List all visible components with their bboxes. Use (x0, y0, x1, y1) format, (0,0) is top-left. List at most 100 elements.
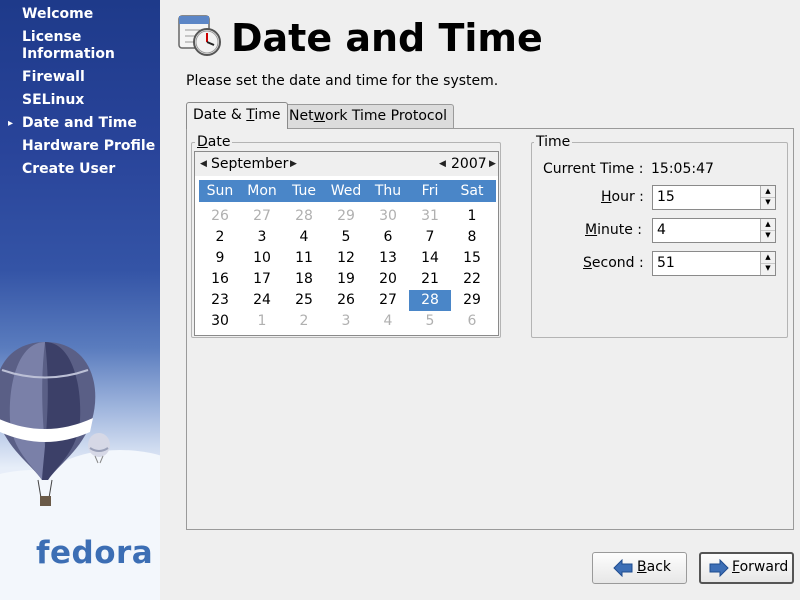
day-cell[interactable]: 29 (451, 290, 493, 311)
day-cell[interactable]: 15 (451, 248, 493, 269)
minute-value: 4 (657, 222, 666, 238)
day-cell[interactable]: 25 (283, 290, 325, 311)
minute-decrement-icon[interactable]: ▼ (761, 230, 775, 241)
day-cell[interactable]: 26 (325, 290, 367, 311)
day-cell[interactable]: 7 (409, 227, 451, 248)
day-cell[interactable]: 18 (283, 269, 325, 290)
day-cell[interactable]: 27 (241, 206, 283, 227)
current-time-label: Current Time : (543, 161, 644, 177)
day-cell[interactable]: 19 (325, 269, 367, 290)
current-time-value: 15:05:47 (651, 161, 714, 177)
sidebar-item-label: Welcome (22, 6, 94, 22)
current-step-arrow-icon: ▸ (8, 118, 14, 129)
day-cell[interactable]: 9 (199, 248, 241, 269)
hour-value: 15 (657, 189, 675, 205)
prev-year-icon[interactable]: ◀ (439, 155, 446, 173)
sidebar-nav: Welcome License Information Firewall SEL… (0, 6, 160, 184)
day-cell[interactable]: 29 (325, 206, 367, 227)
sidebar: Welcome License Information Firewall SEL… (0, 0, 160, 600)
sidebar-item-label: Date and Time (22, 115, 137, 131)
weekday-label: Wed (330, 183, 362, 199)
day-cell[interactable]: 3 (241, 227, 283, 248)
hot-air-balloon-icon (0, 342, 96, 506)
weekday-label: Tue (292, 183, 316, 199)
tab-network-time-protocol[interactable]: Network Time Protocol (282, 104, 455, 128)
minute-label: Minute : (585, 222, 642, 238)
forward-button-label: Forward (732, 559, 789, 575)
day-cell[interactable]: 4 (367, 311, 409, 332)
day-cell[interactable]: 16 (199, 269, 241, 290)
forward-button[interactable]: Forward (699, 552, 794, 584)
hour-spinbox[interactable]: 15 ▲ ▼ (652, 185, 776, 210)
sidebar-item-create-user: Create User (0, 161, 160, 178)
day-cell[interactable]: 13 (367, 248, 409, 269)
day-cell[interactable]: 28 (283, 206, 325, 227)
sidebar-item-label: Create User (22, 161, 116, 177)
weekday-label: Sat (460, 183, 484, 199)
calendar-clock-icon (178, 15, 221, 56)
day-cell[interactable]: 21 (409, 269, 451, 290)
sidebar-item-label: SELinux (22, 92, 85, 108)
second-value: 51 (657, 255, 675, 271)
weekday-label: Thu (374, 183, 402, 199)
day-cell[interactable]: 30 (367, 206, 409, 227)
day-cell[interactable]: 5 (325, 227, 367, 248)
day-cell[interactable]: 11 (283, 248, 325, 269)
day-cell[interactable]: 6 (451, 311, 493, 332)
day-cell[interactable]: 3 (325, 311, 367, 332)
second-decrement-icon[interactable]: ▼ (761, 263, 775, 274)
back-button[interactable]: Back (592, 552, 687, 584)
intro-text: Please set the date and time for the sys… (186, 73, 499, 89)
sidebar-item-label: License Information (22, 29, 115, 62)
day-cell[interactable]: 17 (241, 269, 283, 290)
second-spinbox[interactable]: 51 ▲ ▼ (652, 251, 776, 276)
page-title: Date and Time (231, 16, 543, 60)
sidebar-item-firewall: Firewall (0, 69, 160, 86)
calendar[interactable]: ◀ September ▶ ◀ 2007 ▶ Sun Mon Tue Wed Thu Fr… (194, 151, 499, 336)
calendar-header: ◀ September ▶ ◀ 2007 ▶ (195, 152, 498, 176)
selected-day-cell[interactable]: 28 (409, 290, 451, 311)
next-year-icon[interactable]: ▶ (489, 155, 496, 173)
hour-spin-buttons: ▲ ▼ (760, 186, 775, 209)
weekday-label: Fri (421, 183, 439, 199)
minute-spin-buttons: ▲ ▼ (760, 219, 775, 242)
day-cell[interactable]: 12 (325, 248, 367, 269)
day-cell[interactable]: 2 (199, 227, 241, 248)
minute-spinbox[interactable]: 4 ▲ ▼ (652, 218, 776, 243)
sidebar-item-date-and-time: ▸ Date and Time (0, 115, 160, 132)
day-cell[interactable]: 22 (451, 269, 493, 290)
forward-arrow-icon (709, 559, 729, 577)
day-cell[interactable]: 27 (367, 290, 409, 311)
back-button-label: Back (637, 559, 671, 575)
day-cell[interactable]: 6 (367, 227, 409, 248)
date-frame-label: Date (195, 134, 233, 150)
fedora-logo: fedora (36, 535, 154, 571)
weekday-header-row: Sun Mon Tue Wed Thu Fri Sat (199, 180, 496, 202)
weekday-label: Mon (247, 183, 277, 199)
hour-label: Hour : (601, 189, 644, 205)
day-cell[interactable]: 2 (283, 311, 325, 332)
next-month-icon[interactable]: ▶ (290, 155, 297, 173)
day-cell[interactable]: 1 (451, 206, 493, 227)
day-cell[interactable]: 30 (199, 311, 241, 332)
day-cell[interactable]: 31 (409, 206, 451, 227)
day-cell[interactable]: 20 (367, 269, 409, 290)
sidebar-item-license-information: License Information (0, 29, 160, 63)
hour-decrement-icon[interactable]: ▼ (761, 197, 775, 208)
prev-month-icon[interactable]: ◀ (200, 155, 207, 173)
sidebar-item-welcome: Welcome (0, 6, 160, 23)
day-cell[interactable]: 10 (241, 248, 283, 269)
day-cell[interactable]: 26 (199, 206, 241, 227)
day-cell[interactable]: 14 (409, 248, 451, 269)
tab-date-and-time[interactable]: Date & Time (186, 102, 288, 129)
day-cell[interactable]: 1 (241, 311, 283, 332)
sidebar-item-label: Hardware Profile (22, 138, 156, 154)
day-cell[interactable]: 5 (409, 311, 451, 332)
day-cell[interactable]: 24 (241, 290, 283, 311)
day-cell[interactable]: 4 (283, 227, 325, 248)
weekday-label: Sun (206, 183, 234, 199)
second-spin-buttons: ▲ ▼ (760, 252, 775, 275)
time-frame-label: Time (534, 134, 573, 150)
day-cell[interactable]: 8 (451, 227, 493, 248)
day-cell[interactable]: 23 (199, 290, 241, 311)
